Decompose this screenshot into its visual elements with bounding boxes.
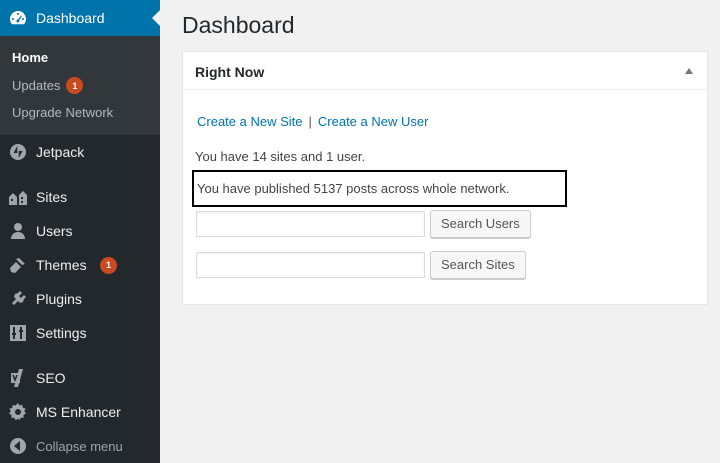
updates-count-badge: 1 — [66, 77, 84, 94]
posts-summary: You have published 5137 posts across who… — [197, 181, 510, 196]
plugins-icon — [8, 289, 28, 309]
themes-count-badge: 1 — [100, 256, 117, 274]
themes-icon — [8, 255, 28, 275]
dashboard-icon — [8, 8, 28, 28]
sidebar-item-label: Dashboard — [36, 10, 105, 26]
seo-icon — [8, 368, 28, 388]
sidebar-item-jetpack[interactable]: Jetpack — [0, 140, 160, 164]
search-users-button[interactable]: Search Users — [430, 210, 531, 238]
link-separator: | — [308, 114, 312, 129]
posts-summary-box: You have published 5137 posts across who… — [192, 170, 567, 207]
submenu-item-home[interactable]: Home — [12, 50, 48, 65]
collapse-menu-button[interactable]: Collapse menu — [0, 434, 160, 458]
sidebar-item-sites[interactable]: Sites — [0, 185, 160, 209]
users-icon — [8, 221, 28, 241]
jetpack-icon — [8, 142, 28, 162]
settings-icon — [8, 323, 28, 343]
widget-header[interactable]: Right Now — [183, 52, 707, 90]
quick-links: Create a New Site | Create a New User — [197, 114, 428, 129]
sites-icon — [8, 187, 28, 207]
sidebar-item-settings[interactable]: Settings — [0, 321, 160, 345]
submenu-item-upgrade-network[interactable]: Upgrade Network — [12, 105, 113, 120]
create-site-link[interactable]: Create a New Site — [197, 114, 303, 129]
sidebar-item-dashboard[interactable]: Dashboard — [0, 0, 160, 36]
sidebar-item-users[interactable]: Users — [0, 219, 160, 243]
sidebar-item-ms-enhancer[interactable]: MS Enhancer — [0, 400, 160, 424]
search-sites-input[interactable] — [196, 252, 425, 278]
create-user-link[interactable]: Create a New User — [318, 114, 429, 129]
admin-sidebar: Dashboard Home Updates 1 Upgrade Network… — [0, 0, 160, 463]
gear-icon — [8, 402, 28, 422]
page-title: Dashboard — [182, 12, 295, 38]
sidebar-item-plugins[interactable]: Plugins — [0, 287, 160, 311]
sidebar-item-seo[interactable]: SEO — [0, 366, 160, 390]
collapse-arrow-icon — [8, 436, 28, 456]
sites-users-summary: You have 14 sites and 1 user. — [195, 149, 366, 164]
collapse-widget-icon[interactable] — [685, 68, 693, 74]
dashboard-submenu: Home Updates 1 Upgrade Network — [0, 36, 160, 135]
submenu-item-updates[interactable]: Updates 1 — [12, 77, 84, 94]
search-users-input[interactable] — [196, 211, 425, 237]
search-sites-button[interactable]: Search Sites — [430, 251, 526, 279]
sidebar-item-themes[interactable]: Themes 1 — [0, 253, 160, 277]
widget-title: Right Now — [195, 64, 265, 80]
right-now-widget: Right Now Create a New Site | Create a New… — [182, 51, 708, 305]
current-menu-arrow — [152, 10, 160, 26]
